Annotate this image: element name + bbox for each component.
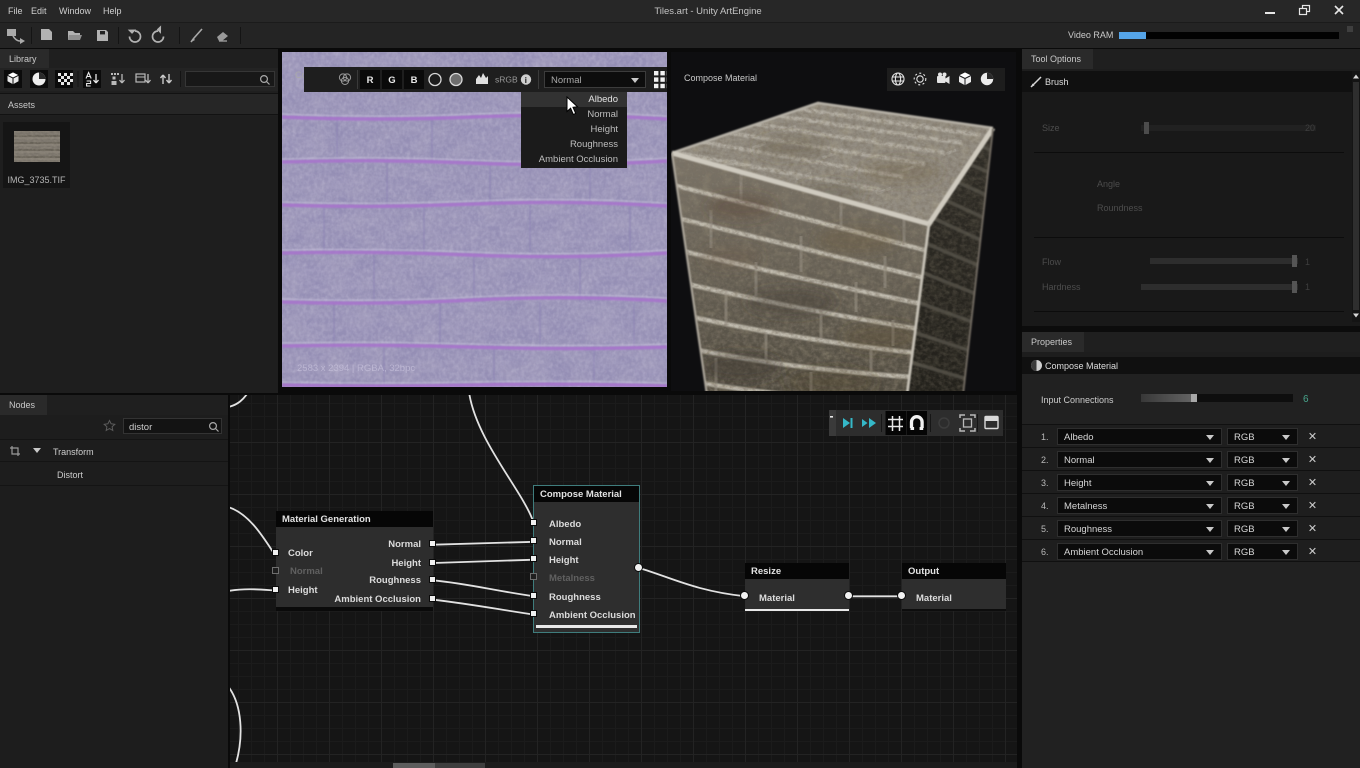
svg-text:sRGB: sRGB [495, 75, 518, 85]
svg-text:i: i [525, 75, 527, 85]
